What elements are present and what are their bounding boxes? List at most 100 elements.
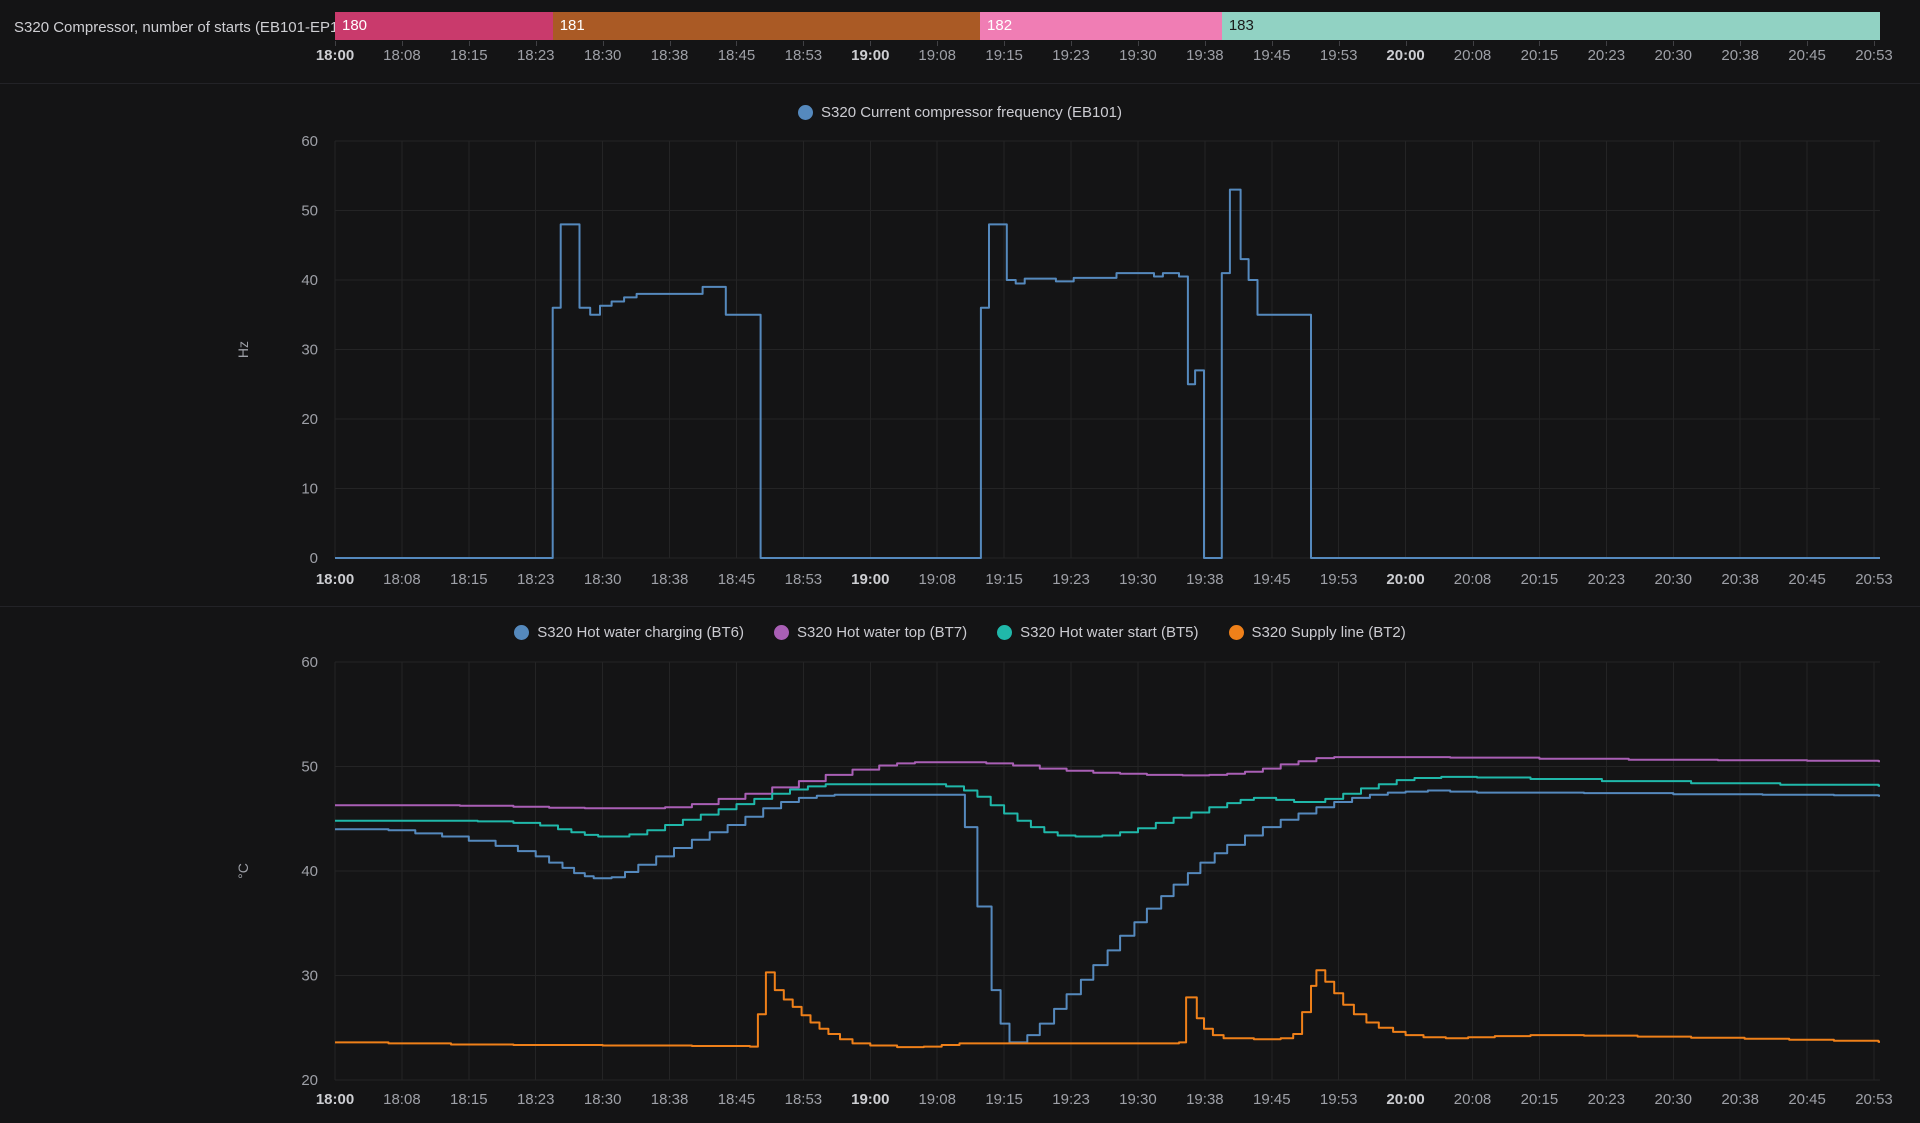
x-tick-label: 18:30 <box>584 1091 622 1108</box>
x-tick-label: 20:30 <box>1654 571 1692 588</box>
x-tick-label: 19:45 <box>1253 571 1291 588</box>
series-line <box>335 757 1880 808</box>
x-tick-label: 18:08 <box>383 571 421 588</box>
x-tick-label: 19:00 <box>851 571 889 588</box>
frequency-chart-canvas[interactable]: 0102030405060Hz18:0018:0818:1518:2318:30… <box>0 84 1920 606</box>
x-tick-label: 18:53 <box>785 47 823 64</box>
x-tick-label: 19:45 <box>1253 47 1291 64</box>
x-tick-label: 20:23 <box>1588 47 1626 64</box>
axis-tick <box>1004 41 1005 46</box>
compressor-frequency-panel: S320 Current compressor frequency (EB101… <box>0 84 1920 607</box>
x-tick-label: 18:08 <box>383 47 421 64</box>
x-tick-label: 20:15 <box>1521 47 1559 64</box>
x-tick-label: 18:23 <box>517 1091 555 1108</box>
y-tick-label: 0 <box>310 550 318 567</box>
axis-tick <box>1673 41 1674 46</box>
x-tick-label: 18:00 <box>316 1091 354 1108</box>
axis-tick <box>536 41 537 46</box>
timeline-segment-182[interactable]: 182 <box>980 12 1222 40</box>
y-tick-label: 20 <box>301 411 318 428</box>
x-tick-label: 19:00 <box>851 1091 889 1108</box>
x-tick-label: 18:53 <box>785 1091 823 1108</box>
series-line <box>335 970 1880 1047</box>
x-tick-label: 20:15 <box>1521 571 1559 588</box>
axis-tick <box>1138 41 1139 46</box>
grid-lines <box>335 141 1880 558</box>
temperature-chart-canvas[interactable]: 2030405060°C18:0018:0818:1518:2318:3018:… <box>0 607 1920 1123</box>
x-tick-label: 18:30 <box>584 47 622 64</box>
series-line <box>335 777 1880 837</box>
x-tick-label: 20:38 <box>1721 571 1759 588</box>
compressor-starts-panel: S320 Compressor, number of starts (EB101… <box>0 0 1920 84</box>
x-tick-label: 19:30 <box>1119 47 1157 64</box>
x-tick-label: 19:38 <box>1186 571 1224 588</box>
y-tick-label: 50 <box>301 203 318 220</box>
y-tick-label: 30 <box>301 342 318 359</box>
x-tick-label: 18:45 <box>718 47 756 64</box>
x-tick-label: 19:23 <box>1052 47 1090 64</box>
timeline-segment-180[interactable]: 180 <box>335 12 553 40</box>
axis-tick <box>870 41 871 46</box>
y-tick-label: 60 <box>301 133 318 150</box>
x-tick-label: 20:08 <box>1454 47 1492 64</box>
x-tick-label: 19:38 <box>1186 47 1224 64</box>
timeline-segment-label: 181 <box>553 12 980 40</box>
axis-tick <box>1339 41 1340 46</box>
state-timeline-bar: 180181182183 <box>0 12 1920 40</box>
y-tick-label: 20 <box>301 1072 318 1089</box>
x-tick-label: 20:23 <box>1588 571 1626 588</box>
axis-tick <box>937 41 938 46</box>
x-tick-label: 20:15 <box>1521 1091 1559 1108</box>
x-tick-label: 19:53 <box>1320 47 1358 64</box>
y-tick-label: 40 <box>301 863 318 880</box>
axis-tick <box>603 41 604 46</box>
timeline-segment-label: 182 <box>980 12 1222 40</box>
x-tick-label: 20:53 <box>1855 571 1893 588</box>
axis-tick <box>1205 41 1206 46</box>
axis-tick <box>1740 41 1741 46</box>
x-tick-label: 19:15 <box>985 1091 1023 1108</box>
x-tick-label: 19:15 <box>985 47 1023 64</box>
y-tick-label: 10 <box>301 481 318 498</box>
x-tick-label: 20:53 <box>1855 1091 1893 1108</box>
x-tick-label: 19:30 <box>1119 1091 1157 1108</box>
x-tick-label: 20:38 <box>1721 1091 1759 1108</box>
x-tick-label: 19:45 <box>1253 1091 1291 1108</box>
x-tick-label: 18:08 <box>383 1091 421 1108</box>
axis-tick <box>335 41 336 46</box>
x-tick-label: 18:15 <box>450 571 488 588</box>
timeline-segment-183[interactable]: 183 <box>1222 12 1880 40</box>
x-tick-label: 19:53 <box>1320 1091 1358 1108</box>
x-tick-label: 20:00 <box>1386 1091 1424 1108</box>
axis-tick <box>1071 41 1072 46</box>
x-tick-label: 20:45 <box>1788 571 1826 588</box>
grafana-dashboard: S320 Compressor, number of starts (EB101… <box>0 0 1920 1123</box>
axis-tick <box>469 41 470 46</box>
x-tick-label: 20:23 <box>1588 1091 1626 1108</box>
x-tick-label: 20:08 <box>1454 1091 1492 1108</box>
timeline-segment-label: 180 <box>335 12 553 40</box>
x-tick-label: 19:30 <box>1119 571 1157 588</box>
axis-tick <box>1807 41 1808 46</box>
y-tick-label: 30 <box>301 968 318 985</box>
y-axis-unit: Hz <box>235 341 251 358</box>
x-tick-label: 19:23 <box>1052 1091 1090 1108</box>
x-tick-label: 18:00 <box>316 571 354 588</box>
x-tick-label: 20:38 <box>1721 47 1759 64</box>
axis-tick <box>803 41 804 46</box>
axis-tick <box>670 41 671 46</box>
x-tick-label: 19:23 <box>1052 571 1090 588</box>
grid-lines <box>335 662 1880 1080</box>
hot-water-temperatures-panel: S320 Hot water charging (BT6)S320 Hot wa… <box>0 607 1920 1123</box>
axis-tick <box>1874 41 1875 46</box>
x-tick-label: 20:45 <box>1788 1091 1826 1108</box>
x-tick-label: 20:30 <box>1654 47 1692 64</box>
x-tick-label: 18:15 <box>450 1091 488 1108</box>
x-tick-label: 19:08 <box>918 571 956 588</box>
x-tick-label: 20:30 <box>1654 1091 1692 1108</box>
series-line <box>335 190 1880 558</box>
x-tick-label: 18:23 <box>517 571 555 588</box>
timeline-segment-181[interactable]: 181 <box>553 12 980 40</box>
x-tick-label: 20:00 <box>1386 47 1424 64</box>
x-tick-label: 19:08 <box>918 47 956 64</box>
